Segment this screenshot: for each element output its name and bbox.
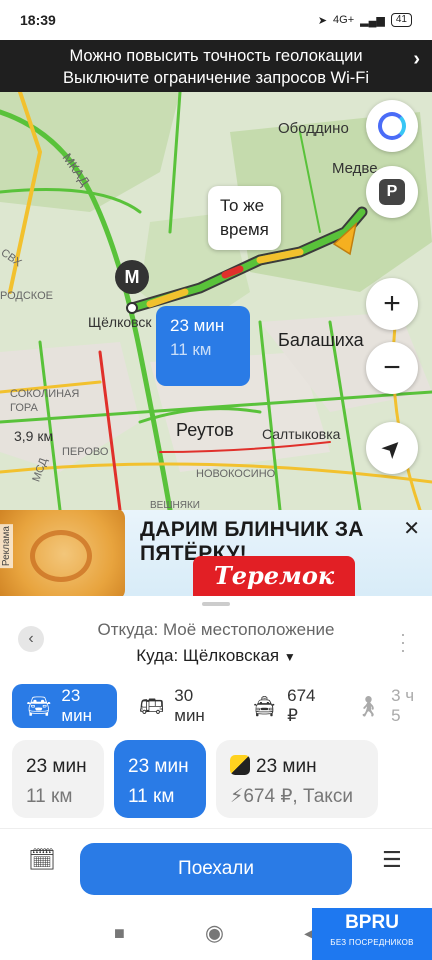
zoom-out-button[interactable]: −: [366, 342, 418, 394]
mode-car[interactable]: 🚘︎ 23 мин: [12, 684, 117, 728]
yandex-taxi-icon: [230, 755, 250, 775]
mode-car-label: 23 мин: [61, 686, 92, 725]
map-label-sokolinaya: СОКОЛИНАЯ: [10, 388, 80, 400]
pancake-image: [0, 510, 125, 596]
more-options-icon[interactable]: · · ·: [400, 625, 406, 659]
metro-marker[interactable]: М: [115, 260, 149, 294]
map-label-shchelkovskaya: Щёлковск: [88, 314, 152, 330]
mode-transit-label: 30 мин: [174, 686, 205, 725]
bpru-watermark: BPRU БЕЗ ПОСРЕДНИКОВ: [312, 908, 432, 960]
lightning-icon: ⚡︎: [230, 786, 244, 807]
route-from[interactable]: Откуда: Моё местоположение: [0, 620, 432, 640]
selected-route-bubble[interactable]: 23 мин 11 км: [156, 306, 250, 386]
route-option-time: 23 мин: [26, 756, 87, 777]
home-icon[interactable]: ◉: [205, 920, 224, 946]
mode-transit[interactable]: 🚌︎ 30 мин: [125, 684, 230, 728]
mode-taxi-label: 674 ₽: [287, 686, 316, 725]
car-icon: 🚘︎: [26, 695, 52, 718]
ad-banner[interactable]: Реклама ДАРИМ БЛИНЧИК ЗА ПЯТЁРКУ! ✕ Тере…: [0, 510, 432, 596]
selected-route-distance: 11 км: [170, 340, 212, 359]
route-to[interactable]: Куда: Щёлковская ▼: [0, 646, 432, 666]
status-icons: ➤ 4G+ ▂▄▆ 41: [318, 13, 412, 27]
route-option-time: 23 мин: [256, 756, 317, 777]
map-label-saltykovka: Салтыковка: [262, 426, 341, 442]
parking-button[interactable]: P: [366, 166, 418, 218]
selected-route-time: 23 мин: [170, 316, 225, 335]
teremok-logo: Теремок: [193, 556, 355, 596]
alt-route-bubble-line-2: время: [220, 220, 269, 239]
mode-walk-label: 3 ч 5: [391, 686, 415, 725]
map[interactable]: Ободдино Медве МКАД СВХ РОДСКОЕ Щёлковск…: [0, 92, 432, 510]
route-to-label: Куда: Щёлковская: [136, 646, 280, 665]
minus-icon: −: [383, 351, 401, 384]
map-label-novokosino: НОВОКОСИНО: [196, 468, 276, 480]
route-option-time: 23 мин: [128, 756, 189, 777]
settings-sliders-icon[interactable]: ☰: [382, 847, 402, 873]
caret-down-icon: ▼: [283, 650, 296, 664]
mode-taxi[interactable]: 🚖︎ 674 ₽: [238, 684, 334, 728]
action-bar: 🗓︎ Поехали ☰: [0, 828, 432, 895]
banner-line-1: Можно повысить точность геолокации: [69, 47, 363, 65]
map-scale: 3,9 км: [14, 428, 54, 444]
map-label-perovo: ПЕРОВО: [62, 446, 109, 458]
map-label-obolduino: Ободдино: [278, 120, 349, 137]
bpru-name: BPRU: [345, 912, 399, 933]
banner-line-2: Выключите ограничение запросов Wi-Fi: [62, 69, 370, 87]
bus-icon: 🚌︎: [138, 695, 165, 718]
route-option-2[interactable]: 23 мин 11 км: [114, 740, 206, 818]
chevron-right-icon: ›: [413, 48, 420, 70]
status-bar: 18:39 ➤ 4G+ ▂▄▆ 41: [0, 0, 432, 40]
map-label-reutov: Реутов: [176, 420, 234, 440]
map-label-rodskoe: РОДСКОЕ: [0, 290, 53, 302]
taxi-icon: 🚖︎: [251, 695, 278, 718]
route-options: 23 мин 11 км 23 мин 11 км 23 мин ⚡︎674 ₽…: [12, 740, 378, 818]
map-label-balashikha: Балашиха: [278, 330, 364, 350]
close-icon[interactable]: ✕: [403, 516, 420, 541]
alt-route-bubble[interactable]: То же время: [208, 186, 281, 250]
map-label-gora: ГОРА: [10, 402, 38, 414]
navigation-arrow-icon: ➤: [375, 431, 409, 465]
plus-icon: +: [383, 287, 401, 320]
schedule-calendar-icon[interactable]: 🗓︎: [28, 847, 56, 873]
location-icon: ➤: [317, 14, 328, 27]
bpru-tagline: БЕЗ ПОСРЕДНИКОВ: [330, 938, 414, 947]
mode-walk[interactable]: 🚶︎ 3 ч 5: [342, 684, 432, 728]
go-button[interactable]: Поехали: [80, 843, 352, 895]
my-location-button[interactable]: ➤: [366, 422, 418, 474]
signal-icon: ▂▄▆: [360, 14, 385, 27]
recents-icon[interactable]: ■: [114, 923, 125, 944]
sheet-handle[interactable]: [202, 602, 230, 606]
map-label-medvezhi: Медве: [332, 160, 378, 177]
alt-route-bubble-line-1: То же: [220, 196, 265, 215]
alice-icon: [378, 112, 406, 140]
route-option-price: 674 ₽, Такси: [243, 786, 353, 807]
route-option-distance: 11 км: [128, 786, 175, 807]
zoom-in-button[interactable]: +: [366, 278, 418, 330]
walk-icon: 🚶︎: [355, 695, 382, 718]
status-time: 18:39: [20, 12, 56, 28]
parking-icon: P: [379, 179, 405, 205]
transport-modes: 🚘︎ 23 мин 🚌︎ 30 мин 🚖︎ 674 ₽ 🚶︎ 3 ч 5: [12, 684, 432, 728]
route-option-1[interactable]: 23 мин 11 км: [12, 740, 104, 818]
route-option-distance: 11 км: [26, 786, 73, 807]
geolocation-banner[interactable]: Можно повысить точность геолокации Выклю…: [0, 40, 432, 92]
map-label-veshnyaki: ВЕШНЯКИ: [150, 500, 200, 510]
route-sheet: ‹ Откуда: Моё местоположение Куда: Щёлко…: [0, 596, 432, 960]
route-option-taxi[interactable]: 23 мин ⚡︎674 ₽, Такси: [216, 740, 378, 818]
alice-assistant-button[interactable]: [366, 100, 418, 152]
ad-label: Реклама: [0, 524, 13, 569]
battery-level: 41: [390, 13, 412, 27]
network-label: 4G+: [333, 14, 355, 26]
